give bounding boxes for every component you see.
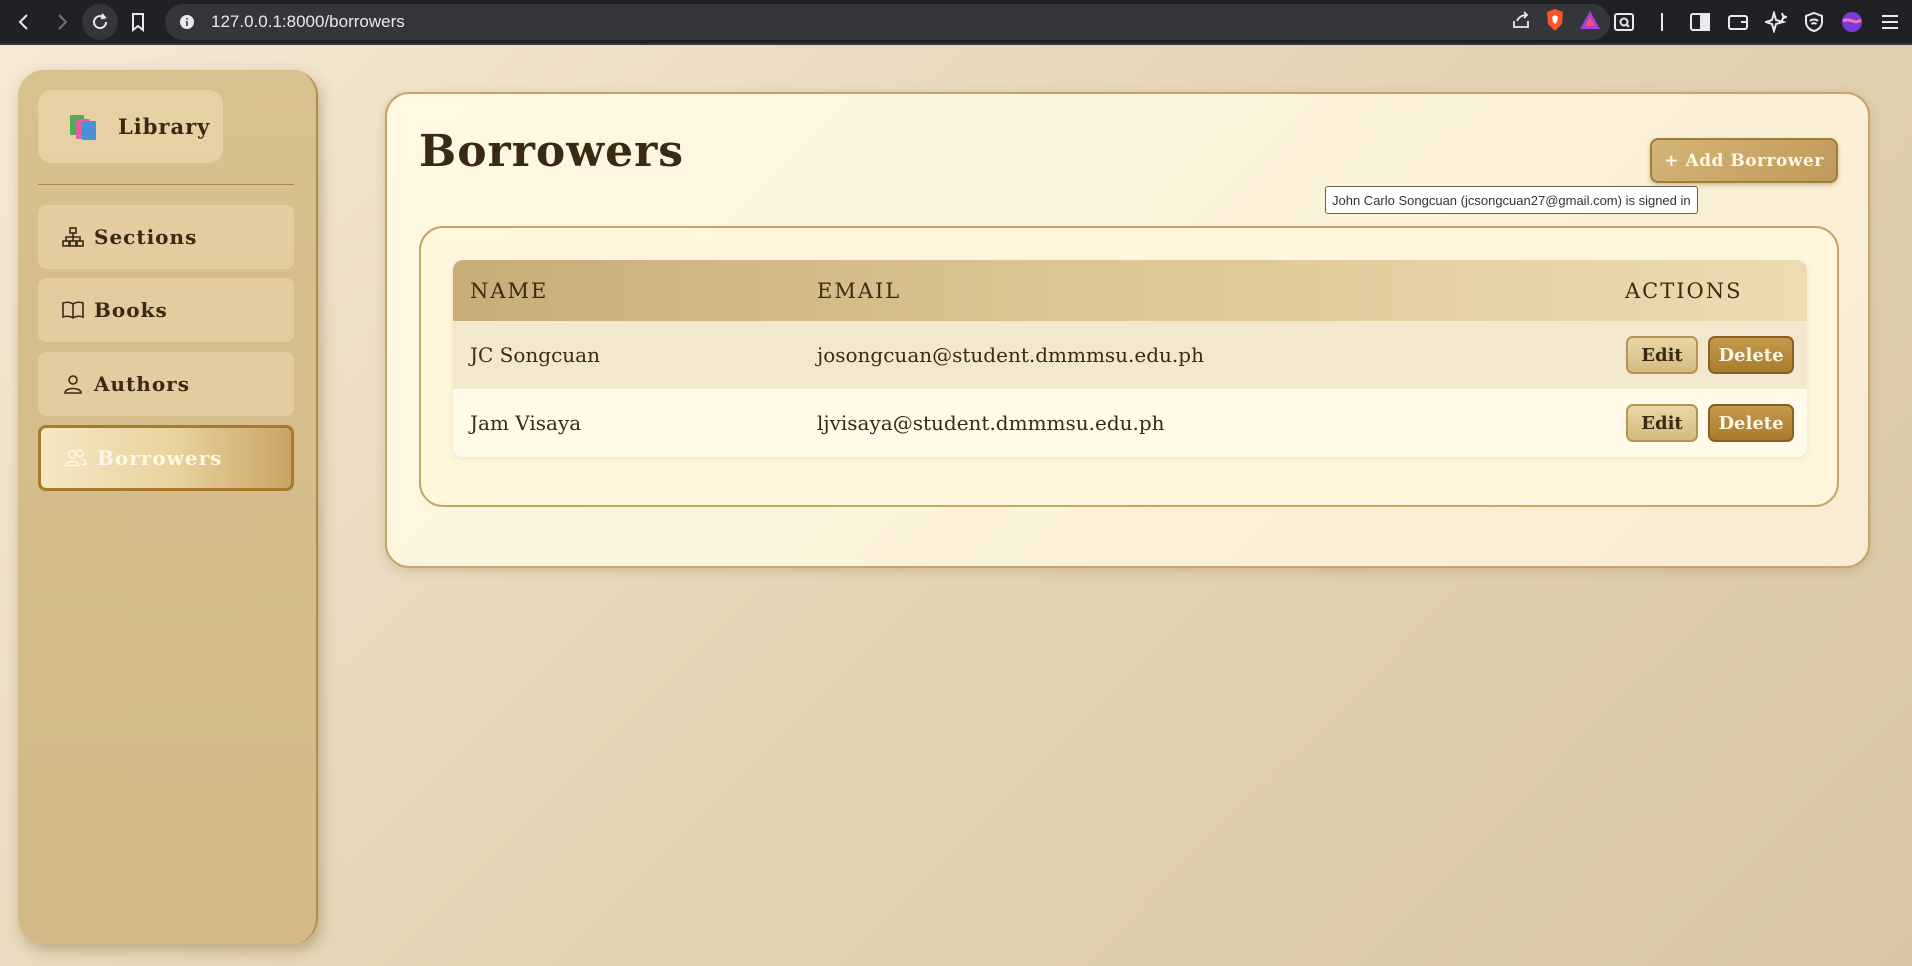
sidebar: Library Sections Books Authors Borrowers (18, 70, 318, 944)
sidebar-divider (38, 184, 294, 185)
cell-name: Jam Visaya (470, 411, 582, 435)
separator-icon (1650, 10, 1674, 34)
column-header-name: NAME (470, 278, 549, 303)
book-icon (62, 299, 84, 321)
table-row: Jam Visaya ljvisaya@student.dmmmsu.edu.p… (453, 389, 1807, 457)
address-bar[interactable]: 127.0.0.1:8000/borrowers (165, 4, 1610, 40)
main-panel: Borrowers + Add Borrower John Carlo Song… (385, 92, 1870, 568)
reload-icon (93, 12, 108, 29)
reload-button[interactable] (82, 3, 118, 40)
delete-button[interactable]: Delete (1708, 336, 1794, 374)
signed-in-tooltip: John Carlo Songcuan (jcsongcuan27@gmail.… (1325, 186, 1698, 214)
sidebar-item-authors[interactable]: Authors (38, 352, 294, 416)
site-info-icon[interactable] (173, 8, 201, 36)
brave-shield-icon[interactable] (1544, 8, 1566, 36)
users-icon (65, 447, 87, 469)
sidebar-item-label: Sections (94, 225, 198, 249)
page-title: Borrowers (419, 126, 685, 177)
share-icon[interactable] (1510, 9, 1532, 35)
sidebar-toggle-icon[interactable] (1688, 10, 1712, 34)
chevron-left-icon (18, 13, 28, 30)
sidebar-item-books[interactable]: Books (38, 278, 294, 342)
back-button[interactable] (6, 4, 42, 40)
table-row: JC Songcuan josongcuan@student.dmmmsu.ed… (453, 321, 1807, 389)
books-logo-icon (68, 113, 100, 141)
menu-icon[interactable] (1878, 10, 1902, 34)
cell-name: JC Songcuan (470, 343, 600, 367)
cell-email: josongcuan@student.dmmmsu.edu.ph (817, 343, 1204, 367)
column-header-email: EMAIL (817, 278, 902, 303)
sidebar-item-sections[interactable]: Sections (38, 205, 294, 269)
cell-email: ljvisaya@student.dmmmsu.edu.ph (817, 411, 1165, 435)
brand-title: Library (118, 114, 211, 139)
browser-toolbar: 127.0.0.1:8000/borrowers (0, 0, 1912, 45)
search-tab-icon[interactable] (1612, 10, 1636, 34)
sidebar-item-label: Books (94, 298, 168, 322)
forward-button[interactable] (44, 4, 80, 40)
sidebar-item-borrowers[interactable]: Borrowers (38, 425, 294, 491)
vpn-shield-icon[interactable] (1802, 10, 1826, 34)
url-text: 127.0.0.1:8000/borrowers (211, 12, 405, 31)
edit-button[interactable]: Edit (1626, 404, 1698, 442)
column-header-actions: ACTIONS (1625, 278, 1743, 303)
table-header: NAME EMAIL ACTIONS (453, 260, 1807, 321)
delete-button[interactable]: Delete (1708, 404, 1794, 442)
sitemap-icon (62, 226, 84, 248)
leo-ai-icon[interactable] (1764, 10, 1788, 34)
brave-rewards-icon[interactable] (1578, 9, 1602, 35)
brand[interactable]: Library (38, 90, 223, 163)
borrowers-table: NAME EMAIL ACTIONS JC Songcuan josongcua… (453, 260, 1807, 457)
sidebar-item-label: Borrowers (97, 446, 223, 470)
profile-avatar-icon[interactable] (1840, 10, 1864, 34)
bookmark-button[interactable] (120, 4, 156, 40)
add-borrower-button[interactable]: + Add Borrower (1650, 138, 1838, 183)
wallet-icon[interactable] (1726, 10, 1750, 34)
user-icon (62, 373, 84, 395)
sidebar-item-label: Authors (94, 372, 190, 396)
table-card: NAME EMAIL ACTIONS JC Songcuan josongcua… (419, 226, 1839, 507)
edit-button[interactable]: Edit (1626, 336, 1698, 374)
chevron-right-icon (58, 13, 68, 30)
bookmark-icon (132, 12, 144, 32)
